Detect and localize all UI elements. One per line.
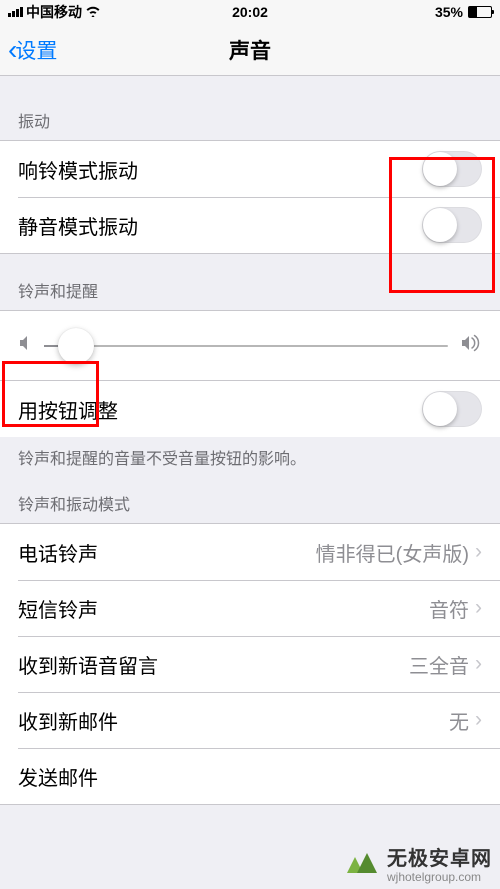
cell-label: 短信铃声 (18, 594, 98, 623)
volume-high-icon (460, 334, 482, 357)
cell-voicemail[interactable]: 收到新语音留言 三全音 › (0, 636, 500, 692)
section-header-patterns: 铃声和振动模式 (0, 473, 500, 523)
nav-bar: ‹ 设置 声音 (0, 24, 500, 76)
cell-label: 电话铃声 (18, 538, 98, 567)
page-title: 声音 (229, 35, 271, 65)
status-bar: 中国移动 20:02 35% (0, 0, 500, 24)
cell-value: 音符 (429, 594, 469, 623)
cell-label: 收到新邮件 (18, 706, 118, 735)
cell-value: 三全音 (409, 650, 469, 679)
back-button[interactable]: ‹ 设置 (0, 34, 57, 66)
chevron-right-icon: › (475, 652, 482, 676)
chevron-right-icon: › (475, 596, 482, 620)
cell-label: 收到新语音留言 (18, 650, 158, 679)
volume-slider-cell (0, 311, 500, 381)
cell-value: 情非得已(女声版) (316, 538, 469, 567)
cell-new-mail[interactable]: 收到新邮件 无 › (0, 692, 500, 748)
status-time: 20:02 (232, 4, 268, 20)
slider-thumb[interactable] (58, 328, 94, 364)
watermark-url: wjhotelgroup.com (387, 871, 492, 883)
cell-value: 无 (449, 706, 469, 735)
toggle-ring-vibrate[interactable] (422, 151, 482, 187)
signal-icon (8, 7, 23, 17)
cell-sent-mail[interactable]: 发送邮件 (0, 748, 500, 804)
watermark: 无极安卓网 wjhotelgroup.com (343, 847, 492, 885)
section-header-ringer: 铃声和提醒 (0, 254, 500, 310)
watermark-title: 无极安卓网 (387, 849, 492, 869)
cell-label: 响铃模式振动 (18, 155, 138, 184)
toggle-button-adjust[interactable] (422, 391, 482, 427)
carrier-label: 中国移动 (26, 2, 82, 22)
chevron-right-icon: › (475, 540, 482, 564)
cell-ringtone[interactable]: 电话铃声 情非得已(女声版) › (0, 524, 500, 580)
chevron-right-icon: › (475, 708, 482, 732)
cell-text-tone[interactable]: 短信铃声 音符 › (0, 580, 500, 636)
toggle-silent-vibrate[interactable] (422, 207, 482, 243)
cell-label: 用按钮调整 (18, 395, 118, 424)
cell-button-adjust: 用按钮调整 (0, 381, 500, 437)
status-left: 中国移动 (8, 2, 101, 22)
battery-icon (468, 6, 492, 18)
volume-slider[interactable] (44, 345, 448, 347)
section-header-vibration: 振动 (0, 84, 500, 140)
cell-group-patterns: 电话铃声 情非得已(女声版) › 短信铃声 音符 › 收到新语音留言 三全音 ›… (0, 523, 500, 805)
cell-label: 静音模式振动 (18, 211, 138, 240)
cell-group-vibration: 响铃模式振动 静音模式振动 (0, 140, 500, 254)
section-footer-ringer: 铃声和提醒的音量不受音量按钮的影响。 (0, 437, 500, 473)
cell-silent-vibrate: 静音模式振动 (0, 197, 500, 253)
cell-label: 发送邮件 (18, 762, 98, 791)
cell-ring-vibrate: 响铃模式振动 (0, 141, 500, 197)
volume-low-icon (18, 335, 32, 356)
status-right: 35% (435, 4, 492, 20)
wifi-icon (85, 5, 101, 20)
battery-percent: 35% (435, 4, 463, 20)
cell-group-ringer: 用按钮调整 (0, 310, 500, 437)
back-label: 设置 (15, 35, 57, 65)
watermark-logo-icon (343, 847, 381, 885)
